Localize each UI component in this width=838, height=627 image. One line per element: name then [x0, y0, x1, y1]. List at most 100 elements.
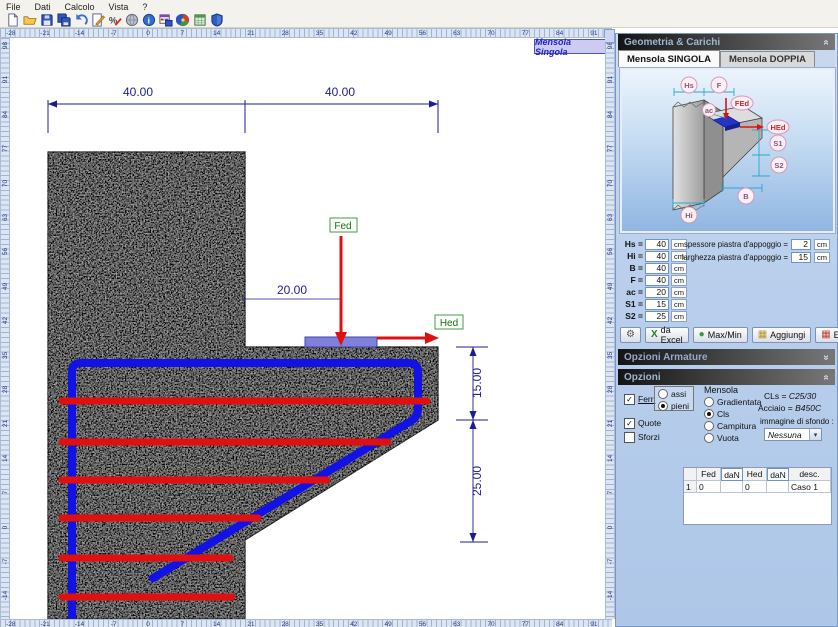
load-table: FeddaNHeddaNdesc.100Caso 1	[683, 467, 832, 525]
unit-chip: cm	[671, 299, 687, 310]
ruler-label: 56	[419, 29, 426, 38]
load-table-cell[interactable]: 0	[743, 481, 767, 493]
new-document-icon[interactable]	[4, 13, 21, 28]
load-table-cell[interactable]	[767, 481, 789, 493]
expand-chevron-icon[interactable]: »	[821, 354, 832, 360]
checkbox-sforzi[interactable]: Sforzi	[624, 431, 660, 443]
tab-mensola-doppia[interactable]: Mensola DOPPIA	[720, 51, 815, 67]
geometry-panel-header[interactable]: Geometria & Carichi »	[618, 34, 835, 50]
load-table-cell[interactable]: Caso 1	[789, 481, 831, 493]
mensola-tabs: Mensola SINGOLA Mensola DOPPIA	[618, 50, 835, 67]
tab-mensola-singola[interactable]: Mensola SINGOLA	[618, 50, 720, 67]
checkbox-ferri[interactable]: ✓ Ferri	[624, 393, 655, 405]
top-dimension-lines	[48, 100, 438, 133]
globe-icon[interactable]	[123, 13, 140, 28]
edit-report-icon[interactable]	[89, 13, 106, 28]
ruler-origin-chip[interactable]	[604, 29, 615, 43]
options-armature-header[interactable]: Opzioni Armature »	[618, 349, 835, 365]
load-table-cell[interactable]: 1	[684, 481, 697, 493]
dim-lower: 25.00	[470, 466, 484, 496]
ruler-label: 14	[607, 450, 614, 467]
corbel-drawing: 40.00 40.00 20.00 Fed Hed	[10, 38, 605, 619]
field-input[interactable]: 40	[645, 275, 669, 286]
radio-label: Vuota	[717, 433, 739, 443]
field-input[interactable]: 40	[645, 239, 669, 250]
dim-arrow	[470, 347, 477, 356]
ruler-label: 84	[607, 106, 614, 123]
plate-field-input[interactable]: 15	[791, 252, 811, 263]
menu-item-calcolo[interactable]: Calcolo	[65, 2, 95, 12]
table-save-icon[interactable]	[157, 13, 174, 28]
chevron-down-icon: ▾	[809, 429, 821, 440]
ruler-label: 70	[2, 175, 9, 192]
table-toolbar: ⚙ Xda Excel ●Max/Min ▦Aggiungi ▦Elimina	[618, 326, 837, 344]
collapse-chevron-icon[interactable]: »	[821, 374, 832, 380]
radio-label: Campitura	[717, 421, 756, 431]
background-image-dropdown[interactable]: Nessuna ▾	[764, 428, 822, 441]
field-input[interactable]: 40	[645, 251, 669, 262]
unit-chip: cm	[671, 287, 687, 298]
load-table-cell[interactable]: 0	[697, 481, 721, 493]
ruler-top: -28-21-14-707142128354249566370778491	[0, 28, 612, 38]
dropdown-value: Nessuna	[765, 430, 809, 440]
table-row: 100Caso 1	[684, 481, 831, 493]
menu-item-dati[interactable]: Dati	[35, 2, 51, 12]
checkbox-quote[interactable]: ✓ Quote	[624, 417, 661, 429]
ruler-bottom: -28-21-14-707142128354249566370778491	[0, 619, 612, 627]
ruler-label: 0	[607, 519, 614, 536]
ruler-label: -7	[111, 29, 117, 38]
plate-fields: spessore piastra d'appoggio =2cmlarghezz…	[680, 238, 830, 264]
menu-item-[interactable]: ?	[142, 2, 147, 12]
collapse-chevron-icon[interactable]: »	[821, 39, 832, 45]
radio-mensola-gradientata[interactable]: Gradientata	[704, 396, 761, 408]
radio-mensola-campitura[interactable]: Campitura	[704, 420, 761, 432]
radio-icon	[704, 421, 714, 431]
load-table-cell[interactable]	[721, 481, 743, 493]
plate-field-input[interactable]: 2	[791, 239, 811, 250]
geometry-panel-title: Geometria & Carichi	[624, 37, 720, 48]
da-excel-button[interactable]: Xda Excel	[645, 327, 689, 343]
radio-mensola-vuota[interactable]: Vuota	[704, 432, 761, 444]
options-header[interactable]: Opzioni »	[618, 369, 835, 385]
ruler-label: 49	[384, 620, 391, 627]
field-input[interactable]: 20	[645, 287, 669, 298]
radio-mensola-cls[interactable]: Cls	[704, 408, 761, 420]
save-icon[interactable]	[38, 13, 55, 28]
max-min-button[interactable]: ●Max/Min	[693, 327, 748, 343]
shield-icon[interactable]	[208, 13, 225, 28]
undo-icon[interactable]	[72, 13, 89, 28]
percent-edit-icon[interactable]: %	[106, 13, 123, 28]
ruler-label: 91	[2, 71, 9, 88]
field-input[interactable]: 25	[645, 311, 669, 322]
radio-pieni[interactable]: pieni	[658, 400, 690, 412]
calc-table-icon[interactable]	[191, 13, 208, 28]
unit-chip: cm	[814, 239, 830, 250]
open-folder-icon[interactable]	[21, 13, 38, 28]
label-fed: FEd	[735, 99, 750, 108]
unit-chip: cm	[814, 252, 830, 263]
settings-button[interactable]: ⚙	[620, 327, 641, 343]
ruler-label: 42	[2, 312, 9, 329]
menu-item-vista[interactable]: Vista	[109, 2, 129, 12]
ruler-label: 28	[282, 620, 289, 627]
ruler-label: 49	[384, 29, 391, 38]
aggiungi-button[interactable]: ▦Aggiungi	[752, 327, 811, 343]
aggiungi-label: Aggiungi	[770, 330, 805, 340]
ruler-label: 35	[316, 29, 323, 38]
field-input[interactable]: 40	[645, 263, 669, 274]
radio-assi[interactable]: assi	[658, 388, 690, 400]
field-input[interactable]: 15	[645, 299, 669, 310]
application-window: File Dati Calcolo Vista? % i -28-21-14-7071…	[0, 0, 838, 627]
elimina-button[interactable]: ▦Elimina	[815, 327, 838, 343]
field-label: B =	[619, 263, 643, 273]
menu-item-file[interactable]: File	[6, 2, 21, 12]
sphere-icon: ●	[699, 330, 705, 340]
corbel-schematic-box: Hs F ac FEd HEd S1 S2 B Hi	[620, 68, 835, 233]
delete-row-icon: ▦	[821, 330, 830, 340]
ruler-label: 28	[607, 381, 614, 398]
info-icon[interactable]: i	[140, 13, 157, 28]
plate-field-label: spessore piastra d'appoggio =	[684, 240, 788, 249]
color-wheel-icon[interactable]	[174, 13, 191, 28]
save-all-icon[interactable]	[55, 13, 72, 28]
dim-corbel-width: 40.00	[325, 85, 355, 99]
